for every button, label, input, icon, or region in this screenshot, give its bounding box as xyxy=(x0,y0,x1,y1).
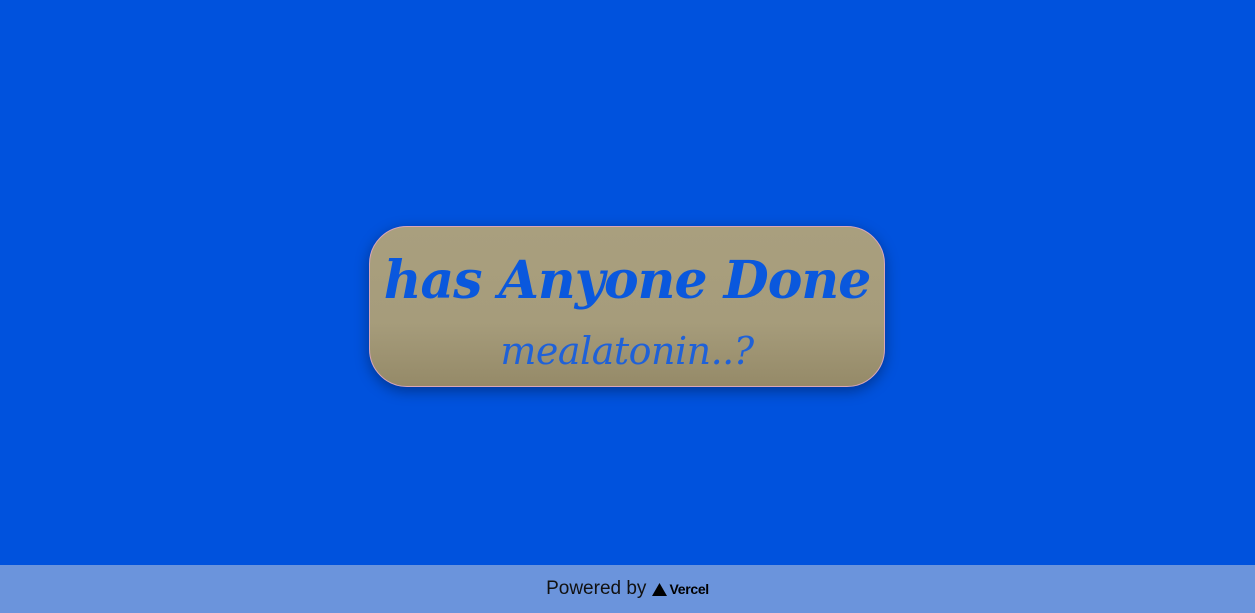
vercel-wordmark: Vercel xyxy=(669,581,709,597)
vercel-triangle-icon xyxy=(652,582,668,596)
card-title: has Anyone Done xyxy=(383,250,872,311)
main-content: has Anyone Done mealatonin..? xyxy=(0,0,1255,565)
powered-by-vercel-link[interactable]: Powered by Vercel xyxy=(0,565,1255,613)
footer: Powered by Vercel xyxy=(0,565,1255,613)
headline-card: has Anyone Done mealatonin..? xyxy=(369,226,885,387)
card-subtitle: mealatonin..? xyxy=(500,329,754,373)
powered-by-label: Powered by xyxy=(546,578,647,599)
vercel-logo: Vercel xyxy=(652,581,709,597)
